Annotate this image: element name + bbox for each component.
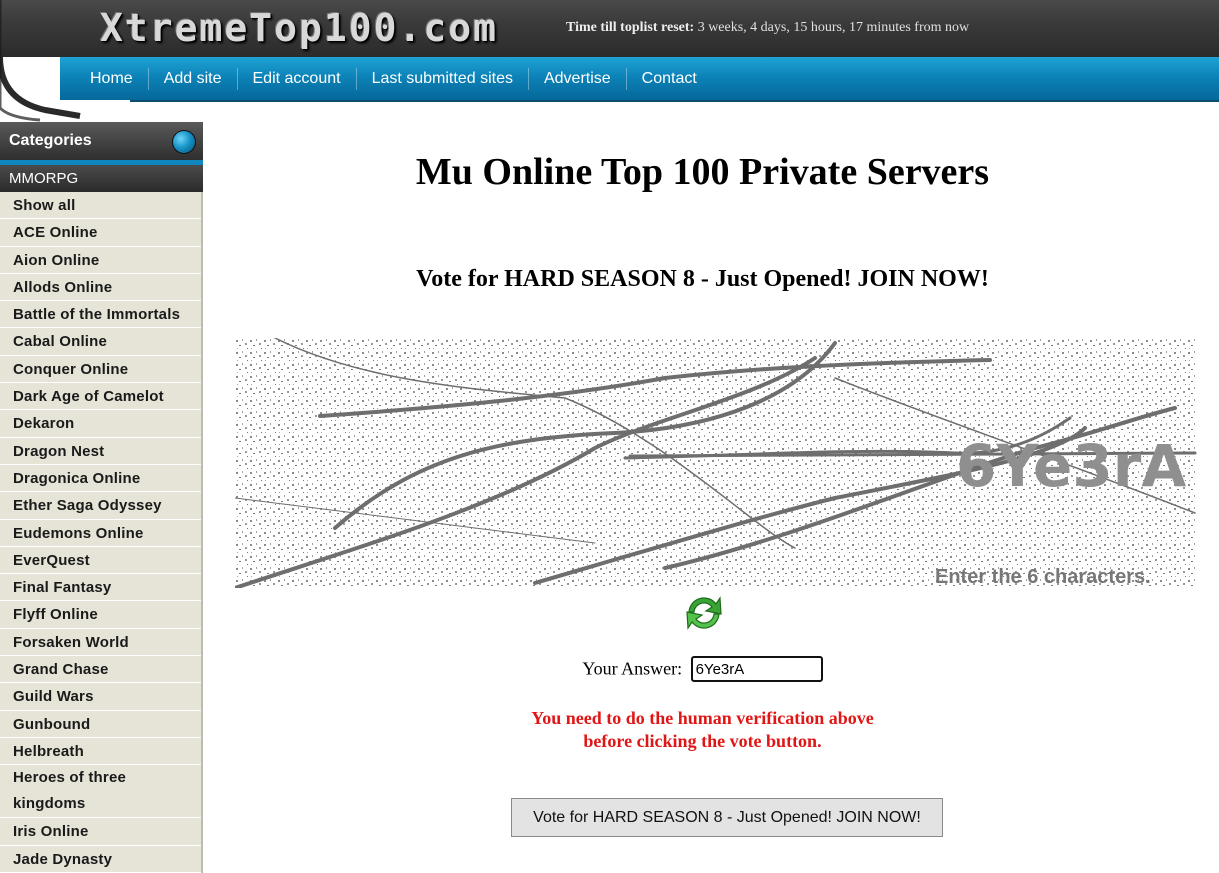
category-item[interactable]: Heroes of three kingdoms: [0, 765, 201, 819]
answer-input[interactable]: [690, 656, 823, 682]
category-item[interactable]: Gunbound: [0, 711, 201, 738]
globe-icon: [172, 130, 196, 154]
category-item[interactable]: Grand Chase: [0, 656, 201, 684]
categories-sidebar: Categories MMORPG Show all ACE Online Ai…: [0, 122, 203, 873]
category-item[interactable]: Dragon Nest: [0, 438, 201, 465]
category-item[interactable]: Dragonica Online: [0, 465, 201, 493]
category-item[interactable]: Conquer Online: [0, 356, 201, 384]
nav-add-site[interactable]: Add site: [147, 68, 237, 90]
verification-warning: You need to do the human verification ab…: [230, 707, 1175, 753]
captcha-instruction: Enter the 6 characters.: [935, 566, 1151, 588]
category-item[interactable]: Dekaron: [0, 410, 201, 438]
warning-line: before clicking the vote button.: [583, 731, 822, 751]
reset-label: Time till toplist reset:: [566, 20, 695, 35]
main-nav: Home Add site Edit account Last submitte…: [75, 66, 712, 92]
captcha-graphic: 6Ye3rA Enter the 6 characters.: [235, 338, 1197, 588]
category-item[interactable]: Helbreath: [0, 738, 201, 766]
category-item[interactable]: Forsaken World: [0, 629, 201, 657]
vote-button[interactable]: Vote for HARD SEASON 8 - Just Opened! JO…: [511, 798, 943, 837]
warning-line: You need to do the human verification ab…: [531, 708, 874, 728]
reset-value: 3 weeks, 4 days, 15 hours, 17 minutes fr…: [697, 20, 970, 35]
category-item[interactable]: Battle of the Immortals: [0, 301, 201, 329]
nav-edit-account[interactable]: Edit account: [236, 68, 356, 90]
nav-advertise[interactable]: Advertise: [527, 68, 626, 90]
reset-timer: Time till toplist reset: 3 weeks, 4 days…: [566, 20, 969, 36]
category-item[interactable]: Dark Age of Camelot: [0, 383, 201, 411]
vote-heading: Vote for HARD SEASON 8 - Just Opened! JO…: [416, 266, 989, 292]
category-item[interactable]: EverQuest: [0, 547, 201, 575]
category-group-mmorpg[interactable]: MMORPG: [0, 165, 203, 192]
refresh-captcha-button[interactable]: [683, 592, 725, 634]
answer-row: Your Answer:: [230, 656, 1175, 682]
category-list: Show all ACE Online Aion Online Allods O…: [0, 192, 203, 873]
nav-contact[interactable]: Contact: [625, 68, 712, 90]
categories-title: Categories: [9, 132, 92, 149]
captcha-image: 6Ye3rA Enter the 6 characters.: [235, 338, 1197, 588]
site-header: XtremeTop100.com Time till toplist reset…: [0, 0, 1219, 122]
category-item[interactable]: Flyff Online: [0, 601, 201, 629]
category-item[interactable]: Ether Saga Odyssey: [0, 492, 201, 520]
categories-header: Categories: [0, 122, 203, 160]
refresh-arrows-icon: [686, 596, 722, 630]
category-item[interactable]: Allods Online: [0, 274, 201, 302]
site-logo[interactable]: XtremeTop100.com: [100, 6, 498, 50]
category-item[interactable]: Show all: [0, 192, 201, 220]
category-item[interactable]: Jade Dynasty: [0, 846, 201, 873]
category-item[interactable]: Guild Wars: [0, 683, 201, 711]
answer-label: Your Answer:: [582, 658, 683, 679]
nav-home[interactable]: Home: [75, 68, 148, 90]
category-item[interactable]: Final Fantasy: [0, 574, 201, 602]
captcha-code-text: 6Ye3rA: [956, 432, 1186, 500]
category-item[interactable]: Iris Online: [0, 818, 201, 846]
category-item[interactable]: ACE Online: [0, 219, 201, 247]
page-title: Mu Online Top 100 Private Servers: [415, 151, 990, 193]
category-item[interactable]: Cabal Online: [0, 328, 201, 356]
nav-last-submitted-sites[interactable]: Last submitted sites: [355, 68, 528, 90]
category-item[interactable]: Eudemons Online: [0, 520, 201, 547]
category-item[interactable]: Aion Online: [0, 247, 201, 274]
